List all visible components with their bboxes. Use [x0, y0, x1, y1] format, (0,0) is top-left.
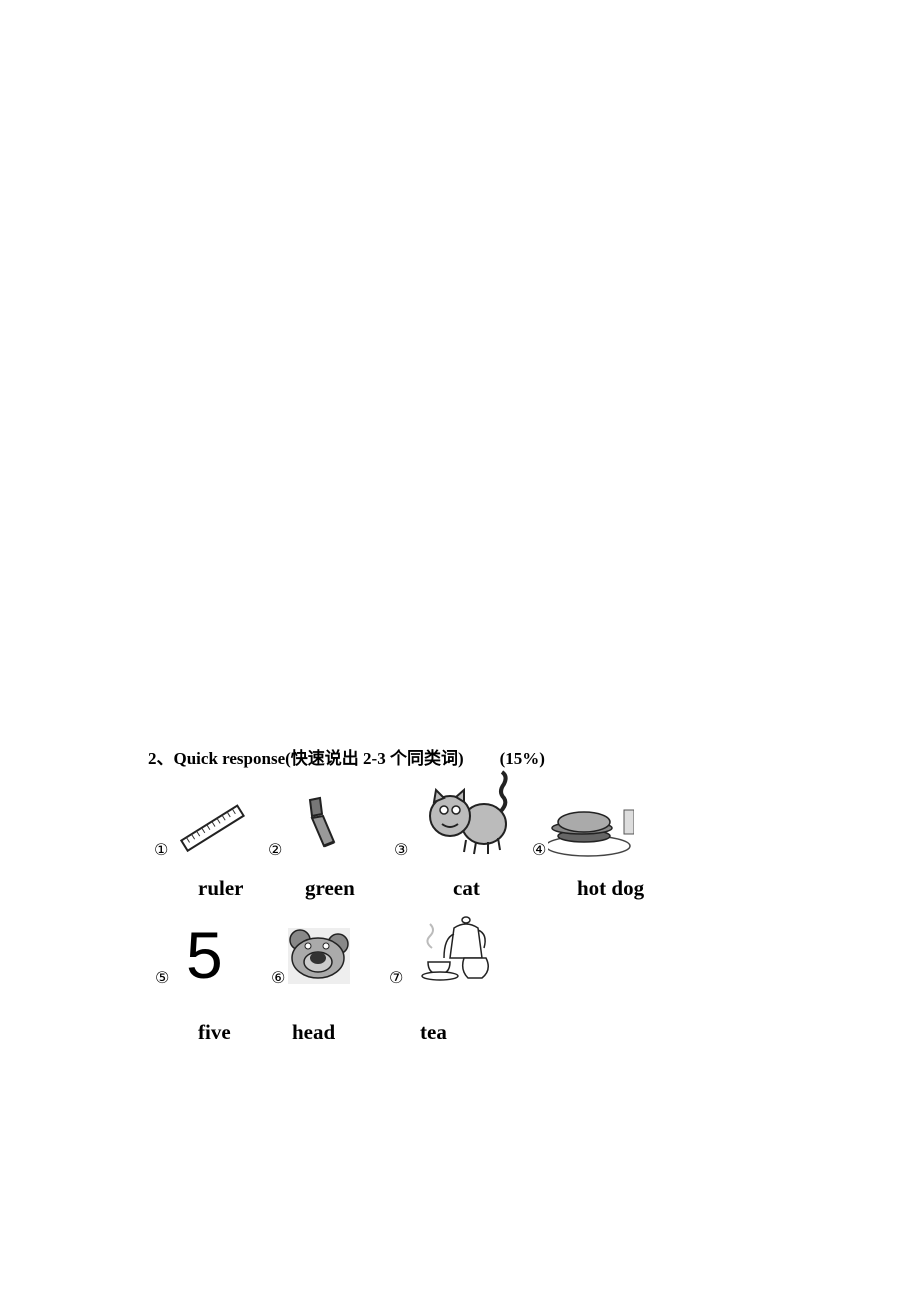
cat-icon: [429, 770, 508, 855]
word-label: cat: [453, 876, 480, 900]
number-five: 5: [186, 918, 223, 992]
teapot-icon: [421, 916, 489, 981]
word-label: green: [305, 876, 355, 900]
item-number: ⑤: [155, 968, 170, 987]
item-number: ⑥: [271, 968, 286, 987]
score-label: (15%): [499, 749, 545, 768]
hot-dog-icon: [548, 809, 634, 857]
item-number: ①: [154, 840, 169, 859]
word-label: ruler: [198, 876, 244, 900]
word-label: hot dog: [577, 876, 645, 900]
item-number: ②: [268, 840, 283, 859]
item-number: ④: [532, 840, 547, 859]
paint-tube-icon: [308, 796, 336, 848]
word-label: head: [292, 1020, 336, 1044]
ruler-icon: [179, 804, 246, 853]
bear-head-icon: [288, 928, 350, 984]
heading-text: 2、Quick response(快速说出 2-3 个同类词): [148, 749, 464, 768]
item-number: ⑦: [389, 968, 404, 987]
word-label: five: [198, 1020, 231, 1044]
section-heading: 2、Quick response(快速说出 2-3 个同类词) (15%): [148, 744, 545, 769]
word-label: tea: [420, 1020, 447, 1044]
item-number: ③: [394, 840, 409, 859]
